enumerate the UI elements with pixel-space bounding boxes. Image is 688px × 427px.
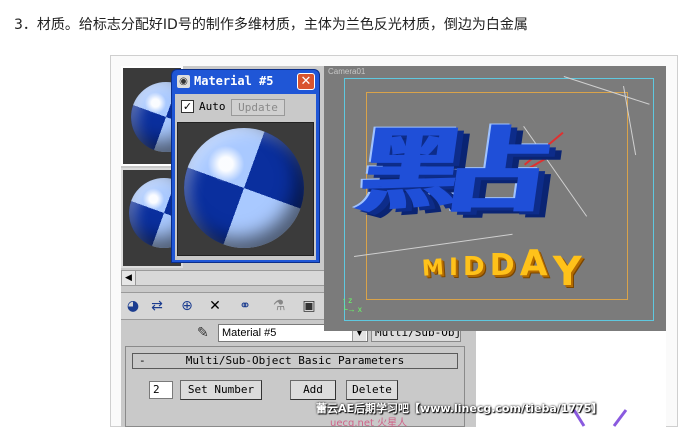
axis-gizmo-icon: ↑ z └→ x <box>342 296 362 314</box>
material-name-text: Material #5 <box>222 327 277 339</box>
logo-character: 點 <box>350 118 559 225</box>
viewport-label[interactable]: Camera01 <box>328 67 365 76</box>
rollout-header[interactable]: - Multi/Sub-Object Basic Parameters <box>132 353 458 369</box>
auto-checkbox[interactable]: ✓ <box>181 100 194 113</box>
logo-letter: M <box>421 255 445 282</box>
watermark-line-2: uecg.net 火星人 <box>330 418 408 427</box>
logo-letters: M I D D A Y <box>421 242 666 293</box>
get-material-icon[interactable]: ◕ <box>123 297 143 315</box>
unique-icon[interactable]: ⚭ <box>235 297 255 315</box>
window-title: Material #5 <box>194 74 274 88</box>
number-field[interactable]: 2 <box>149 381 173 399</box>
delete-icon[interactable]: ✕ <box>205 297 225 315</box>
picker-icon[interactable]: ✎ <box>197 324 215 342</box>
reset-icon[interactable]: ⊕ <box>177 297 197 315</box>
material-preview-window[interactable]: ◉ Material #5 ✕ ✓ Auto Update <box>171 69 320 263</box>
close-icon[interactable]: ✕ <box>297 73 315 90</box>
logo-letter: D <box>463 252 485 282</box>
assign-icon[interactable]: ⇄ <box>147 297 167 315</box>
auto-label: Auto <box>199 100 226 113</box>
window-icon: ◉ <box>177 75 190 88</box>
step-heading: 3．材质。给标志分配好ID号的制作多维材质，主体为兰色反光材质，倒边为白金属 <box>14 17 528 33</box>
logo-letter: D <box>489 248 515 283</box>
set-number-button[interactable]: Set Number <box>180 380 262 400</box>
delete-button[interactable]: Delete <box>346 380 398 400</box>
preview-sphere <box>184 128 304 248</box>
logo-letter: I <box>449 253 458 281</box>
put-library-icon[interactable]: ⚗ <box>269 297 289 315</box>
window-title-bar[interactable]: ◉ Material #5 ✕ <box>172 70 319 92</box>
window-body: ✓ Auto Update <box>175 94 316 260</box>
logo-letter: Y <box>552 249 582 295</box>
scroll-left-arrow-icon[interactable]: ◀ <box>122 271 136 285</box>
material-preview <box>177 122 314 256</box>
camera-viewport[interactable]: Camera01 點 M I D D A Y ↑ z └→ x <box>324 66 666 331</box>
horizontal-scrollbar[interactable]: ◀ <box>121 270 325 286</box>
logo-letter: A <box>519 243 548 284</box>
add-button[interactable]: Add <box>290 380 336 400</box>
effects-icon[interactable]: ▣ <box>299 297 319 315</box>
rollout-title: Multi/Sub-Object Basic Parameters <box>185 354 405 367</box>
update-button[interactable]: Update <box>231 99 285 116</box>
